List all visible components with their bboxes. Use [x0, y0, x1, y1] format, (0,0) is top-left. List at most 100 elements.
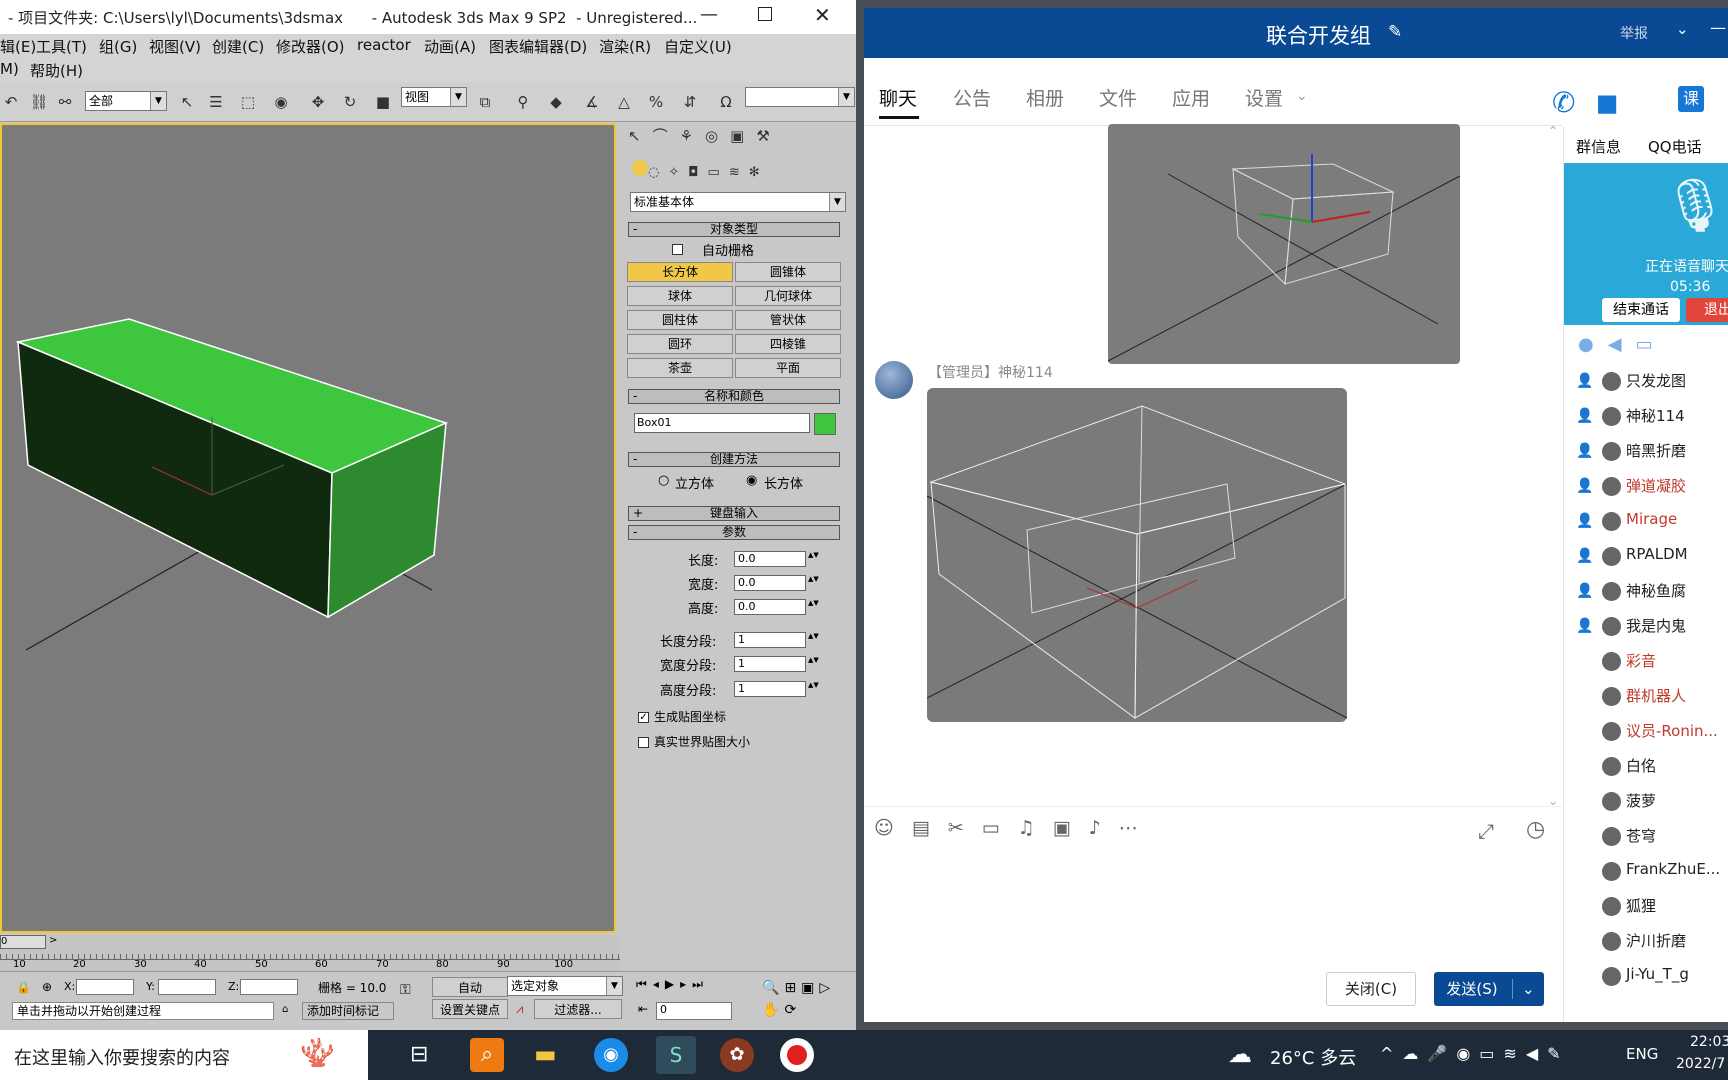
- close-icon[interactable]: ✕: [814, 3, 831, 27]
- spinner-snap-icon[interactable]: ⇵: [679, 91, 701, 113]
- cube-radio[interactable]: ○: [658, 473, 669, 488]
- qq-tray-icon[interactable]: ◉: [1456, 1044, 1479, 1063]
- gen-map-coords-checkbox[interactable]: ✓: [638, 712, 649, 723]
- percent-snap-icon[interactable]: %: [645, 91, 667, 113]
- avatar[interactable]: [1602, 967, 1621, 986]
- auto-key-button[interactable]: 自动: [432, 977, 508, 997]
- torus-button[interactable]: 圆环: [627, 334, 733, 354]
- key-filter-dropdown[interactable]: 选定对象 ▼: [507, 976, 623, 996]
- member-item[interactable]: 👤 弹道凝胶: [1576, 475, 1726, 497]
- minimize-icon[interactable]: —: [1710, 18, 1726, 37]
- length-input[interactable]: 0.0: [734, 551, 806, 567]
- member-item[interactable]: 👤 暗黑折磨: [1576, 440, 1726, 462]
- avatar[interactable]: [1602, 547, 1621, 566]
- music-icon[interactable]: ♫: [1018, 817, 1053, 839]
- height-input[interactable]: 0.0: [734, 599, 806, 615]
- z-coord-input[interactable]: [240, 979, 298, 995]
- key-icon[interactable]: ⚿: [400, 982, 411, 998]
- pivot-icon[interactable]: ⧉: [474, 91, 496, 113]
- named-sel-icon[interactable]: Ω: [715, 91, 737, 113]
- send-button[interactable]: 发送(S) ⌄: [1434, 972, 1544, 1006]
- spinner-arrows-icon[interactable]: ▲▼: [808, 551, 819, 567]
- tab-album[interactable]: 相册: [1026, 84, 1064, 111]
- display-tab-icon[interactable]: ▣: [730, 127, 756, 145]
- file-explorer-icon[interactable]: ▬: [534, 1040, 557, 1068]
- member-item[interactable]: 👤 神秘鱼腐: [1576, 580, 1726, 602]
- menu-graph-editors[interactable]: 图表编辑器(D): [489, 36, 587, 57]
- angle-snap-icon[interactable]: △: [613, 91, 635, 113]
- width-input[interactable]: 0.0: [734, 575, 806, 591]
- zoom-all-icon[interactable]: ⊞: [784, 980, 801, 996]
- member-item[interactable]: 👤 Mirage: [1576, 510, 1726, 532]
- member-item[interactable]: 议员-Ronin...: [1576, 720, 1726, 742]
- rect-select-icon[interactable]: ⬚: [237, 91, 259, 113]
- prev-frame-icon[interactable]: ◂: [653, 977, 665, 991]
- zoom-extents-icon[interactable]: ▣: [801, 980, 819, 996]
- member-item[interactable]: 👤 神秘114: [1576, 405, 1726, 427]
- viewport-nav-controls[interactable]: 🔍⊞▣▷ ✋⟳: [762, 977, 854, 1021]
- avatar[interactable]: [1602, 757, 1621, 776]
- key-filters-icon[interactable]: ⩘: [516, 1002, 523, 1017]
- member-item[interactable]: 菠萝: [1576, 790, 1726, 812]
- box-radio[interactable]: ◉: [746, 473, 757, 488]
- chevron-down-icon[interactable]: ⌄: [1296, 88, 1308, 104]
- avatar[interactable]: [1602, 652, 1621, 671]
- spinner-arrows-icon[interactable]: ▲▼: [808, 632, 819, 648]
- lights-icon[interactable]: ✧: [668, 165, 688, 180]
- video-call-icon[interactable]: ◼: [1595, 86, 1638, 119]
- rollout-creation-method[interactable]: - 创建方法: [628, 452, 840, 467]
- motion-tab-icon[interactable]: ◎: [705, 127, 730, 145]
- rollout-keyboard-entry[interactable]: + 键盘输入: [628, 506, 840, 521]
- menu-modifiers[interactable]: 修改器(O): [276, 36, 345, 57]
- autogrid-checkbox[interactable]: [672, 244, 683, 255]
- avatar[interactable]: [1602, 512, 1621, 531]
- perspective-viewport[interactable]: [0, 123, 616, 933]
- avatar[interactable]: [1602, 687, 1621, 706]
- next-frame-icon[interactable]: ▸: [680, 977, 692, 991]
- spinner-arrows-icon[interactable]: ▲▼: [808, 599, 819, 615]
- camera-off-icon[interactable]: ▭: [1636, 334, 1667, 355]
- next-frame-icon[interactable]: >: [49, 935, 57, 946]
- bind-icon[interactable]: ⚯: [54, 91, 76, 113]
- select-by-name-icon[interactable]: ☰: [205, 91, 227, 113]
- avatar[interactable]: [1602, 827, 1621, 846]
- utilities-tab-icon[interactable]: ⚒: [756, 127, 781, 145]
- avatar[interactable]: [1602, 897, 1621, 916]
- member-item[interactable]: 👤 RPALDM: [1576, 545, 1726, 567]
- avatar[interactable]: [1602, 792, 1621, 811]
- object-color-swatch[interactable]: [814, 413, 836, 435]
- member-item[interactable]: 👤 我是内鬼: [1576, 615, 1726, 637]
- systems-icon[interactable]: ✻: [749, 165, 769, 180]
- avatar[interactable]: [1602, 477, 1621, 496]
- member-item[interactable]: 沪川折磨: [1576, 930, 1726, 952]
- link-icon[interactable]: ⛓: [28, 91, 50, 113]
- sphere-button[interactable]: 球体: [627, 286, 733, 306]
- menu-tools[interactable]: 工具(T): [36, 36, 87, 57]
- goto-start-icon[interactable]: ⏮: [636, 977, 653, 991]
- sender-avatar[interactable]: [875, 361, 913, 399]
- report-link[interactable]: 举报: [1620, 23, 1648, 43]
- member-item[interactable]: Ji-Yu_T_g: [1576, 965, 1726, 987]
- plane-button[interactable]: 平面: [735, 358, 841, 378]
- menu-views[interactable]: 视图(V): [149, 36, 201, 57]
- member-item[interactable]: 👤 只发龙图: [1576, 370, 1726, 392]
- chat-image-1[interactable]: [1107, 124, 1461, 364]
- spinner-arrows-icon[interactable]: ▲▼: [808, 575, 819, 591]
- tab-group-info[interactable]: 群信息: [1576, 136, 1621, 157]
- lock-icon[interactable]: 🔒: [16, 980, 31, 994]
- box-button[interactable]: 长方体: [627, 262, 733, 282]
- member-item[interactable]: FrankZhuE...: [1576, 860, 1726, 882]
- create-subcategory-icons[interactable]: ◌✧◘▭≋✻: [632, 160, 832, 180]
- tab-announcement[interactable]: 公告: [953, 84, 991, 111]
- width-segs-input[interactable]: 1: [734, 656, 806, 672]
- menu-customize[interactable]: 自定义(U): [664, 36, 732, 57]
- end-call-button[interactable]: 结束通话: [1602, 298, 1680, 322]
- classroom-icon[interactable]: 课: [1678, 86, 1704, 112]
- member-item[interactable]: 彩音: [1576, 650, 1726, 672]
- cameras-icon[interactable]: ◘: [688, 165, 707, 180]
- collapse-icon[interactable]: ⌃: [1548, 124, 1558, 138]
- field-of-view-icon[interactable]: ▷: [819, 980, 835, 996]
- pyramid-button[interactable]: 四棱锥: [735, 334, 841, 354]
- rotate-icon[interactable]: ↻: [339, 91, 361, 113]
- avatar[interactable]: [1602, 582, 1621, 601]
